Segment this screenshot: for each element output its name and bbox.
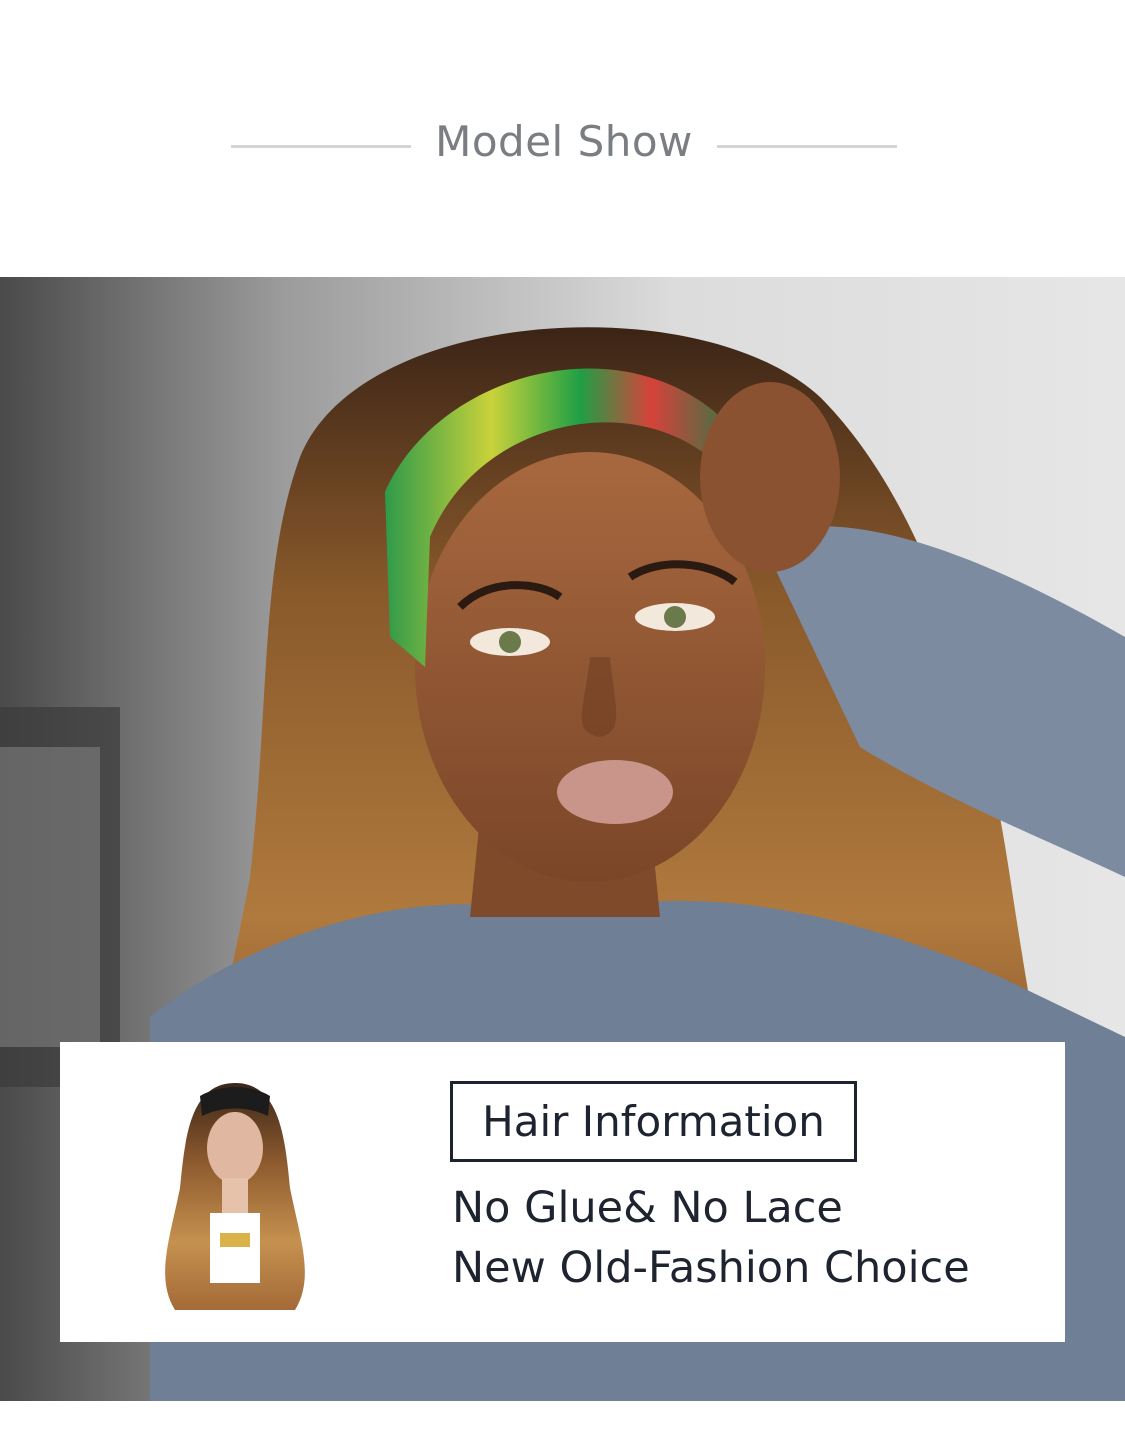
hair-information-label: Hair Information [482,1097,825,1146]
title-divider-left [231,145,411,148]
bottom-spacer [0,1401,1125,1429]
feature-line-1: No Glue& No Lace [452,1183,843,1233]
wig-product-image [165,1083,305,1310]
section-header: Model Show [0,0,1125,277]
hair-information-heading: Hair Information [450,1081,857,1162]
section-title: Model Show [435,117,693,166]
title-divider-right [717,145,897,148]
feature-line-2: New Old-Fashion Choice [452,1243,970,1293]
